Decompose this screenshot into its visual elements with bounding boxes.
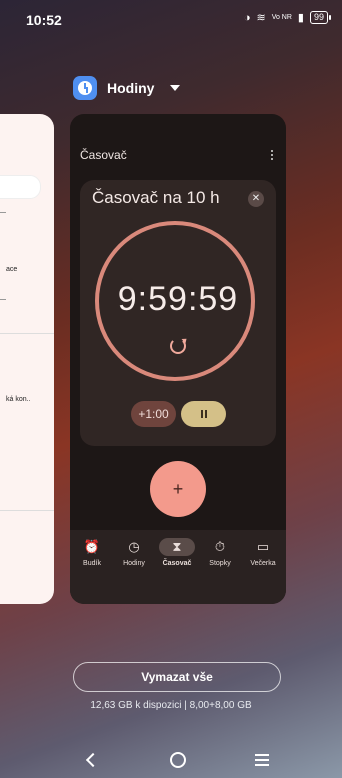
status-icons: ◑ ≋ Vo NR ▮ 99 — [243, 11, 332, 24]
wifi-icon: ≋ — [256, 12, 266, 24]
pause-button[interactable] — [181, 401, 226, 427]
partial-input — [0, 175, 41, 199]
stopwatch-icon: ⏱ — [214, 539, 226, 554]
timer-card: Časovač na 10 h ✕ 9:59:59 +1:00 — [80, 180, 276, 446]
timer-name: Časovač na 10 h — [92, 188, 220, 207]
divider — [0, 212, 6, 213]
battery-icon: 99 — [309, 11, 332, 24]
timer-remaining: 9:59:59 — [117, 280, 239, 318]
bed-icon: ▭ — [256, 539, 270, 554]
partial-text-1: ace — [6, 266, 18, 273]
tab-label: Časovač — [162, 560, 192, 567]
app-name: Hodiny — [107, 80, 155, 96]
tab-budik[interactable]: ⏰ Budík — [74, 538, 110, 567]
clock-app-icon — [73, 76, 97, 100]
signal-icon: ▮ — [297, 12, 304, 24]
status-bar: 10:52 ◑ ≋ Vo NR ▮ 99 — [0, 0, 342, 36]
bottom-tab-bar: ⏰ Budík ◷ Hodiny ⧗ Časovač ⏱ Stopky ▭ Ve… — [70, 530, 286, 604]
recent-app-card-clock[interactable]: Časovač Časovač na 10 h ✕ 9:59:59 +1:00 … — [70, 114, 286, 604]
storage-info: 12,63 GB k dispozici | 8,00+8,00 GB — [90, 700, 252, 711]
status-time: 10:52 — [26, 12, 62, 28]
divider — [0, 299, 6, 300]
clear-all-button[interactable]: Vymazat vše — [73, 662, 281, 692]
tab-label: Budík — [83, 560, 101, 567]
tab-vecerka[interactable]: ▭ Večerka — [245, 538, 281, 567]
tab-label: Večerka — [250, 560, 276, 567]
recent-app-card-previous[interactable]: ace ká kon.. — [0, 114, 54, 604]
nfc-icon: ◑ — [243, 11, 251, 24]
clock-icon: ◷ — [128, 539, 140, 554]
tab-hodiny[interactable]: ◷ Hodiny — [116, 538, 152, 567]
alarm-icon: ⏰ — [83, 539, 101, 554]
more-options-icon[interactable] — [271, 150, 274, 160]
divider — [0, 333, 54, 334]
add-timer-button[interactable]: + — [150, 461, 206, 517]
divider — [0, 510, 54, 511]
chevron-down-icon[interactable] — [170, 85, 181, 91]
tab-stopky[interactable]: ⏱ Stopky — [202, 538, 238, 567]
system-navigation-bar — [0, 740, 342, 778]
home-icon[interactable] — [170, 752, 186, 768]
page-title: Časovač — [80, 148, 127, 162]
close-icon[interactable]: ✕ — [248, 191, 264, 207]
back-icon[interactable] — [85, 752, 101, 768]
tab-label: Stopky — [209, 560, 231, 567]
hourglass-icon: ⧗ — [159, 538, 195, 556]
partial-text-2: ká kon.. — [6, 396, 31, 403]
menu-icon[interactable] — [255, 754, 269, 769]
app-header[interactable]: Hodiny — [73, 76, 181, 100]
network-label: Vo NR — [271, 14, 292, 21]
add-minute-button[interactable]: +1:00 — [131, 401, 176, 427]
tab-label: Hodiny — [123, 560, 145, 567]
reset-icon[interactable] — [170, 338, 186, 354]
tab-casovac[interactable]: ⧗ Časovač — [159, 538, 195, 567]
